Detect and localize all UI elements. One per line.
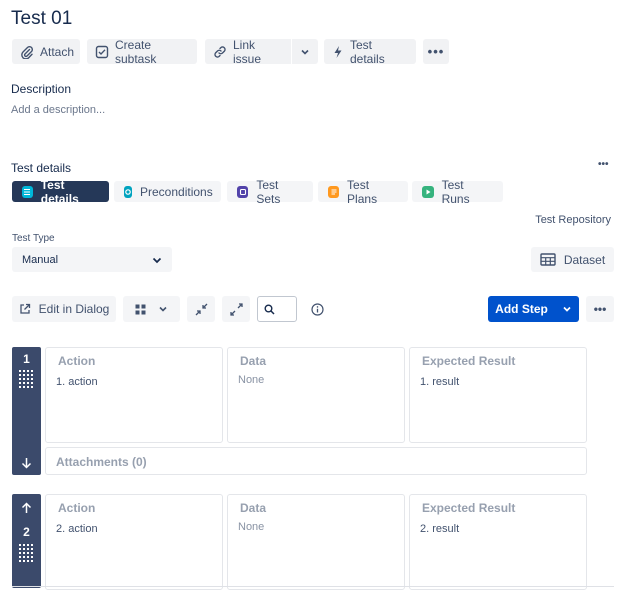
test-run-icon	[422, 185, 434, 198]
tab-test-sets[interactable]: Test Sets	[227, 178, 313, 206]
tab-preconditions[interactable]: Preconditions	[114, 181, 221, 202]
tab-test-details[interactable]: Test details	[12, 178, 109, 206]
precondition-icon	[124, 185, 132, 198]
data-value: None	[238, 374, 265, 386]
description-input[interactable]: Add a description...	[11, 104, 105, 116]
tab-test-sets-label: Test Sets	[256, 177, 281, 206]
test-type-value: Manual	[22, 253, 59, 266]
tab-test-runs[interactable]: Test Runs	[412, 178, 503, 206]
steps-more-button[interactable]: •••	[586, 296, 614, 322]
grid-view-icon	[135, 304, 146, 314]
dataset-button[interactable]: Dataset	[531, 247, 614, 272]
step-2-expected-cell[interactable]: Expected Result 2. result	[409, 494, 587, 590]
action-header: Action	[58, 354, 96, 368]
edit-in-dialog-button[interactable]: Edit in Dialog	[12, 296, 116, 322]
test-details-button[interactable]: Test details	[324, 37, 416, 66]
add-step-label: Add Step	[495, 302, 548, 316]
chevron-down-icon	[563, 306, 571, 312]
more-actions-button[interactable]: •••	[423, 39, 449, 64]
list-icon	[22, 185, 33, 198]
description-label: Description	[11, 82, 72, 96]
info-icon[interactable]	[311, 303, 324, 316]
search-input[interactable]	[257, 296, 297, 322]
step-2-action-cell[interactable]: Action 2. action	[45, 494, 223, 590]
subtask-icon	[95, 45, 109, 58]
step-number: 1	[23, 352, 30, 366]
link-issue-label: Link issue	[233, 37, 262, 66]
divider	[12, 586, 614, 587]
chevron-down-icon	[152, 257, 162, 263]
expected-result-header: Expected Result	[422, 501, 516, 515]
test-details-section-label: Test details	[11, 161, 72, 175]
more-icon: •••	[593, 302, 607, 316]
data-value: None	[238, 521, 265, 533]
test-type-label: Test Type	[12, 233, 55, 244]
tab-test-plans[interactable]: Test Plans	[318, 178, 408, 206]
edit-in-dialog-label: Edit in Dialog	[38, 302, 110, 316]
drag-handle-icon	[19, 544, 33, 562]
tab-preconditions-label: Preconditions	[140, 184, 213, 199]
step-2-data-cell[interactable]: Data None	[227, 494, 405, 590]
expand-icon	[229, 302, 243, 316]
tab-test-details-label: Test details	[40, 177, 79, 206]
chevron-down-icon	[159, 306, 167, 312]
action-value: 1. action	[56, 376, 98, 388]
step-number: 2	[23, 525, 30, 539]
test-repository-link[interactable]: Test Repository	[535, 214, 611, 226]
collapse-button[interactable]	[187, 296, 215, 322]
drag-handle-icon	[19, 370, 33, 388]
step-1-action-cell[interactable]: Action 1. action	[45, 347, 223, 443]
more-icon: •••	[427, 43, 445, 59]
attach-button[interactable]: Attach	[12, 39, 80, 64]
paperclip-icon	[21, 45, 34, 59]
link-icon	[214, 45, 226, 58]
link-issue-button[interactable]: Link issue	[205, 37, 291, 66]
section-more-icon[interactable]: •••	[598, 159, 609, 170]
issue-title: Test 01	[11, 8, 73, 29]
lightning-icon	[334, 45, 342, 58]
link-issue-dropdown[interactable]	[292, 39, 318, 64]
expected-result-value: 1. result	[420, 376, 460, 388]
test-set-icon	[237, 185, 249, 198]
create-subtask-label: Create subtask	[115, 37, 157, 66]
search-icon	[264, 304, 275, 315]
add-step-button[interactable]: Add Step	[488, 296, 579, 322]
attachments-label: Attachments (0)	[56, 455, 147, 469]
move-up-icon[interactable]	[21, 502, 32, 514]
expected-result-value: 2. result	[420, 523, 460, 535]
collapse-icon	[195, 303, 207, 315]
data-header: Data	[240, 354, 267, 368]
expected-result-header: Expected Result	[422, 354, 516, 368]
table-icon	[540, 253, 556, 266]
test-plan-icon	[328, 185, 340, 198]
external-link-icon	[19, 303, 30, 314]
tab-test-plans-label: Test Plans	[347, 177, 378, 206]
action-header: Action	[58, 501, 96, 515]
move-down-icon[interactable]	[21, 457, 32, 469]
step-1-expected-cell[interactable]: Expected Result 1. result	[409, 347, 587, 443]
test-details-label: Test details	[350, 37, 385, 66]
action-value: 2. action	[56, 523, 98, 535]
step-1-handle[interactable]: 1	[12, 347, 41, 475]
test-type-select[interactable]: Manual	[12, 247, 172, 272]
create-subtask-button[interactable]: Create subtask	[87, 37, 197, 66]
attach-label: Attach	[40, 44, 75, 59]
view-mode-select[interactable]	[123, 296, 180, 322]
step-1-attachments[interactable]: Attachments (0)	[45, 447, 587, 475]
chevron-down-icon	[301, 49, 309, 55]
step-2-handle[interactable]: 2	[12, 494, 41, 588]
dataset-label: Dataset	[563, 252, 606, 267]
expand-button[interactable]	[222, 296, 250, 322]
step-1-data-cell[interactable]: Data None	[227, 347, 405, 443]
tab-test-runs-label: Test Runs	[441, 177, 470, 206]
data-header: Data	[240, 501, 267, 515]
